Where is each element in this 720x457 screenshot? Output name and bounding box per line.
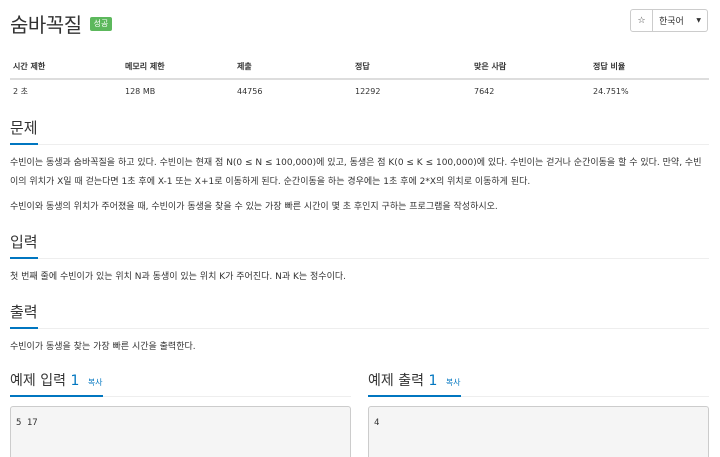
table-header: 메모리 제한 bbox=[122, 55, 234, 80]
star-icon: ☆ bbox=[637, 15, 646, 26]
sample-output-number: 1 bbox=[428, 373, 438, 389]
table-cell: 24.751% bbox=[593, 87, 629, 96]
language-label: 한국어 bbox=[659, 17, 684, 27]
caret-down-icon: ▼ bbox=[696, 17, 701, 24]
problem-section-heading: 문제 bbox=[10, 117, 709, 145]
table-cell: 12292 bbox=[355, 87, 381, 96]
copy-input-link[interactable]: 복사 bbox=[88, 378, 103, 387]
output-description: 수빈이가 동생을 찾는 가장 빠른 시간을 출력한다. bbox=[10, 342, 196, 352]
status-badge: 성공 bbox=[89, 17, 113, 31]
problem-heading-text: 문제 bbox=[10, 117, 38, 145]
sample-output-heading-text: 예제 출력 1 복사 bbox=[368, 370, 461, 397]
table-header: 정답 bbox=[352, 55, 471, 80]
sample-output-label: 예제 출력 bbox=[368, 373, 424, 389]
table-cell: 7642 bbox=[474, 87, 495, 96]
input-heading-text: 입력 bbox=[10, 231, 38, 259]
input-description: 첫 번째 줄에 수빈이가 있는 위치 N과 동생이 있는 위치 K가 주어진다.… bbox=[10, 272, 347, 282]
sample-output-heading: 예제 출력 1 복사 bbox=[368, 370, 709, 397]
star-button[interactable]: ☆ bbox=[630, 9, 653, 32]
sample-input-box[interactable]: 5 17 bbox=[10, 406, 351, 457]
sample-input-number: 1 bbox=[70, 373, 80, 389]
problem-question: 수빈이와 동생의 위치가 주어졌을 때, 수빈이가 동생을 찾을 수 있는 가장… bbox=[10, 202, 498, 212]
table-header: 제출 bbox=[234, 55, 352, 80]
input-section-heading: 입력 bbox=[10, 231, 709, 259]
table-header: 시간 제한 bbox=[10, 55, 122, 80]
output-heading-text: 출력 bbox=[10, 301, 38, 329]
table-cell: 128 MB bbox=[125, 87, 156, 96]
sample-input-heading-text: 예제 입력 1 복사 bbox=[10, 370, 103, 397]
table-cell: 2 초 bbox=[13, 87, 28, 96]
output-section-heading: 출력 bbox=[10, 301, 709, 329]
problem-info-table: 시간 제한 메모리 제한 제출 정답 맞은 사람 정답 비율 2 초 128 M… bbox=[10, 55, 709, 103]
sample-input-label: 예제 입력 bbox=[10, 373, 66, 389]
table-row: 2 초 128 MB 44756 12292 7642 24.751% bbox=[10, 79, 709, 103]
problem-description: 수빈이는 동생과 숨바꼭질을 하고 있다. 수빈이는 현재 점 N(0 ≤ N … bbox=[10, 158, 702, 187]
sample-output-box[interactable]: 4 bbox=[368, 406, 709, 457]
title-row: 숨바꼭질 성공 bbox=[10, 10, 113, 37]
language-dropdown[interactable]: 한국어 ▼ bbox=[653, 9, 708, 32]
page-title: 숨바꼭질 bbox=[10, 12, 82, 37]
table-cell: 44756 bbox=[237, 87, 263, 96]
sample-input-heading: 예제 입력 1 복사 bbox=[10, 370, 351, 397]
table-header-row: 시간 제한 메모리 제한 제출 정답 맞은 사람 정답 비율 bbox=[10, 55, 709, 80]
table-header: 맞은 사람 bbox=[471, 55, 590, 80]
table-header: 정답 비율 bbox=[590, 55, 709, 80]
toolbar-button-group: ☆ 한국어 ▼ bbox=[630, 9, 708, 32]
copy-output-link[interactable]: 복사 bbox=[446, 378, 461, 387]
